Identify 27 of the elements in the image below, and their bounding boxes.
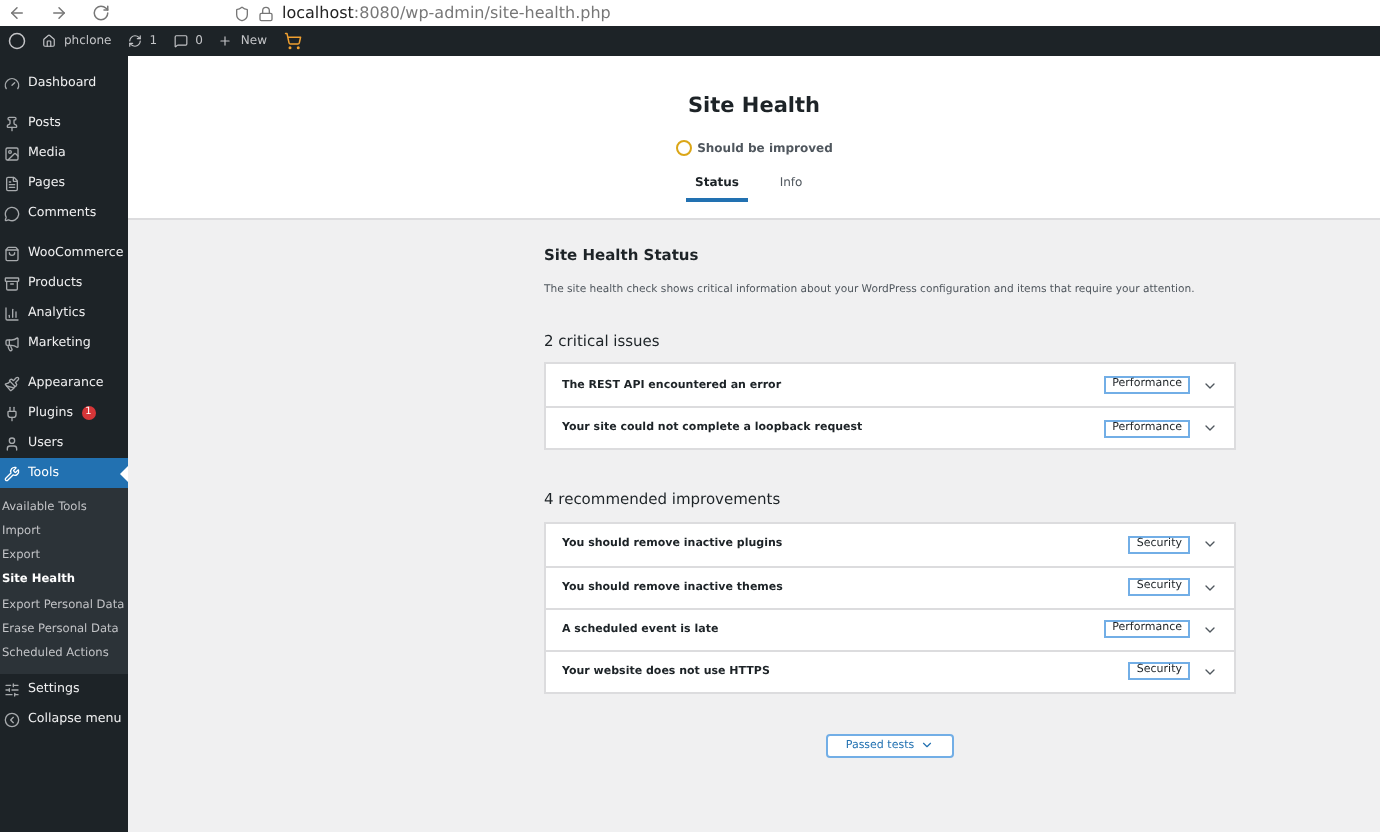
wrench-icon (4, 465, 20, 481)
chevron-down-icon (920, 738, 935, 753)
cart-icon[interactable] (283, 32, 301, 50)
address-bar[interactable]: localhost:8080/wp-admin/site-health.php (282, 5, 611, 21)
back-icon[interactable] (8, 4, 26, 22)
image-icon (4, 145, 20, 161)
page-title: Site Health (687, 92, 821, 122)
sliders-icon (4, 681, 20, 698)
bar-chart-icon (4, 305, 20, 321)
speech-bubble-icon (173, 34, 188, 48)
shield-icon (234, 5, 250, 21)
refresh-icon (127, 34, 142, 48)
collapse-icon (4, 711, 20, 728)
status-ring-icon (675, 140, 692, 157)
home-icon (42, 34, 56, 48)
user-icon (4, 435, 20, 451)
archive-icon (4, 275, 20, 291)
reload-icon[interactable] (92, 4, 110, 22)
plug-icon (4, 405, 20, 421)
bag-icon (4, 245, 20, 261)
speech-bubble-icon (4, 205, 20, 221)
megaphone-icon (4, 335, 20, 351)
gauge-icon (4, 75, 20, 91)
forward-icon[interactable] (50, 4, 68, 22)
plus-icon (218, 34, 233, 48)
paintbrush-icon (4, 375, 20, 391)
pin-icon (4, 115, 20, 131)
